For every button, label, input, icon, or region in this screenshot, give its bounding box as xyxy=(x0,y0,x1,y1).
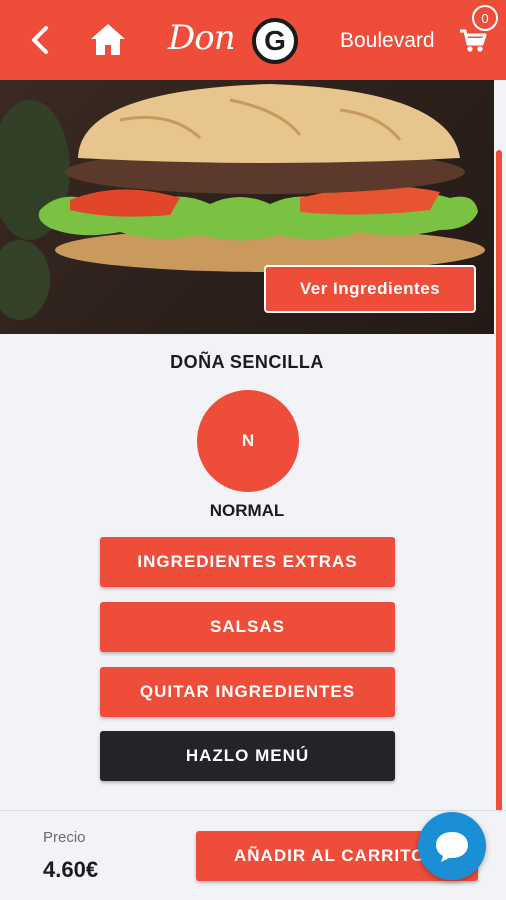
logo-text: Don xyxy=(168,18,236,58)
brand-logo[interactable]: Don G xyxy=(168,10,308,70)
price-label: Precio xyxy=(43,829,86,846)
logo-letter: G xyxy=(252,18,298,64)
app-header: Don G Boulevard 0 xyxy=(0,0,506,80)
size-label: NORMAL xyxy=(209,501,285,520)
product-title: DOÑA SENCILLA xyxy=(170,352,324,372)
scrollbar[interactable] xyxy=(496,150,502,880)
remove-ingredients-button[interactable]: QUITAR INGREDIENTES xyxy=(100,667,395,717)
size-option-normal[interactable]: N xyxy=(197,390,299,492)
cart-icon[interactable] xyxy=(458,28,488,54)
extra-ingredients-button[interactable]: INGREDIENTES EXTRAS xyxy=(100,537,395,587)
store-name[interactable]: Boulevard xyxy=(340,29,435,53)
make-it-menu-button[interactable]: HAZLO MENÚ xyxy=(100,731,395,781)
home-icon[interactable] xyxy=(88,20,128,60)
price-value: 4.60€ xyxy=(43,857,99,882)
cart-count-badge: 0 xyxy=(472,5,498,31)
chat-bubble-icon[interactable] xyxy=(418,812,486,880)
sauces-button[interactable]: SALSAS xyxy=(100,602,395,652)
back-icon[interactable] xyxy=(26,22,56,58)
view-ingredients-button[interactable]: Ver Ingredientes xyxy=(264,265,476,313)
